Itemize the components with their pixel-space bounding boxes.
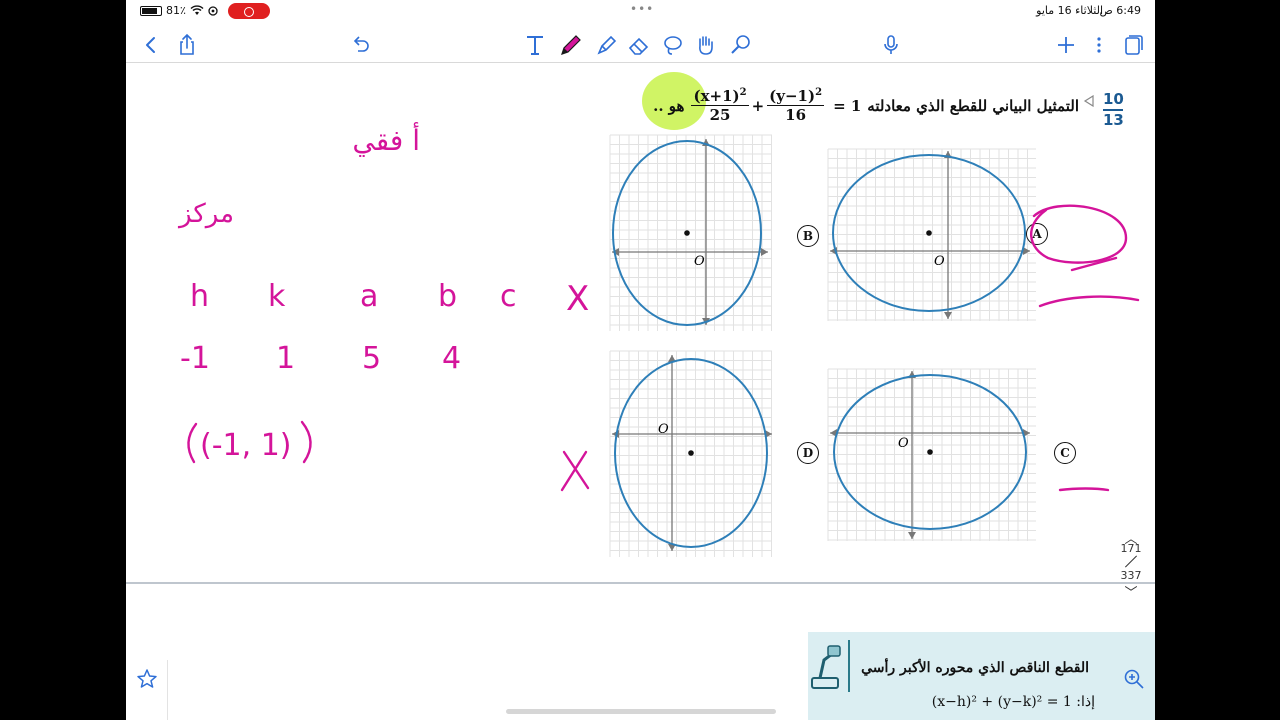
multitasking-dots-icon[interactable]: ••• bbox=[630, 2, 654, 16]
app-screen: 6:49 ص الثلاثاء 16 مايو 81٪ ••• 10 13 ال… bbox=[126, 0, 1155, 720]
graph-option-d[interactable]: O bbox=[824, 367, 1040, 543]
option-a-label[interactable]: A bbox=[1026, 223, 1048, 245]
graph-origin-label: O bbox=[658, 422, 669, 437]
option-c-label[interactable]: C bbox=[1054, 442, 1076, 464]
star-icon[interactable] bbox=[136, 668, 158, 690]
question-suffix: هو .. bbox=[653, 96, 685, 115]
graph-origin-label: O bbox=[694, 254, 705, 269]
add-icon[interactable] bbox=[1053, 32, 1079, 58]
text-tool-icon[interactable] bbox=[522, 32, 548, 58]
option-d-label[interactable]: D bbox=[797, 442, 819, 464]
chevron-down-icon[interactable]: ﹀ bbox=[1111, 582, 1151, 601]
question-prefix: التمثيل البياني للقطع الذي معادلته bbox=[867, 96, 1079, 115]
graph-option-c[interactable]: O bbox=[606, 349, 776, 559]
eraser-icon[interactable] bbox=[626, 32, 652, 58]
status-date: الثلاثاء 16 مايو bbox=[1036, 4, 1103, 17]
hand-icon[interactable] bbox=[692, 32, 718, 58]
home-indicator[interactable] bbox=[506, 709, 776, 714]
question-equals: 1 = bbox=[833, 96, 862, 115]
screen-recording-badge[interactable] bbox=[228, 3, 270, 19]
preview-formula: (x−h)² + (y−k)² = 1 :إذا bbox=[931, 694, 1095, 710]
undo-icon[interactable] bbox=[348, 32, 374, 58]
lasso-icon[interactable] bbox=[660, 32, 686, 58]
play-icon[interactable] bbox=[1083, 95, 1095, 107]
preview-title: القطع الناقص الذي محوره الأكبر رأسي bbox=[861, 660, 1089, 676]
graph-origin-label: O bbox=[934, 254, 945, 269]
question-number: 10 13 bbox=[1103, 90, 1124, 129]
highlighter-icon[interactable] bbox=[594, 32, 620, 58]
fraction-y: (y−1)2 16 bbox=[767, 87, 825, 124]
battery-icon bbox=[140, 5, 162, 16]
wifi-icon bbox=[190, 5, 204, 15]
graph-option-a[interactable]: O bbox=[606, 133, 776, 333]
page-scroller[interactable]: ︿ 171 337 ﹀ bbox=[1111, 528, 1151, 634]
question-text: التمثيل البياني للقطع الذي معادلته 1 = (… bbox=[653, 87, 1079, 124]
vpn-icon bbox=[208, 5, 218, 16]
question-plus: + bbox=[751, 96, 765, 115]
battery-percent: 81٪ bbox=[166, 4, 186, 17]
more-icon[interactable] bbox=[1086, 32, 1112, 58]
microphone-icon[interactable] bbox=[878, 32, 904, 58]
back-icon[interactable] bbox=[138, 32, 164, 58]
status-bar: 6:49 ص الثلاثاء 16 مايو 81٪ ••• bbox=[126, 0, 1155, 22]
zoom-in-icon[interactable] bbox=[1123, 668, 1145, 690]
laser-icon[interactable] bbox=[728, 32, 754, 58]
graph-origin-label: O bbox=[898, 436, 909, 451]
battery-indicator: 81٪ bbox=[140, 4, 218, 17]
next-page-preview: القطع الناقص الذي محوره الأكبر رأسي (x−h… bbox=[808, 632, 1155, 720]
pages-icon[interactable] bbox=[1120, 32, 1146, 58]
robot-icon bbox=[811, 645, 841, 689]
pen-icon[interactable] bbox=[558, 32, 584, 58]
total-pages: 337 bbox=[1120, 569, 1142, 582]
toolbar bbox=[126, 26, 1155, 62]
page-divider bbox=[126, 582, 1155, 584]
status-time: 6:49 ص bbox=[1099, 4, 1142, 17]
current-page: 171 bbox=[1120, 542, 1142, 555]
option-b-label[interactable]: B bbox=[797, 225, 819, 247]
share-icon[interactable] bbox=[174, 32, 200, 58]
document-page[interactable]: 10 13 التمثيل البياني للقطع الذي معادلته… bbox=[126, 63, 1155, 583]
chevron-up-icon[interactable]: ︿ bbox=[1111, 528, 1151, 547]
fraction-x: (x+1)2 25 bbox=[691, 87, 749, 124]
graph-option-b[interactable]: O bbox=[824, 147, 1040, 323]
